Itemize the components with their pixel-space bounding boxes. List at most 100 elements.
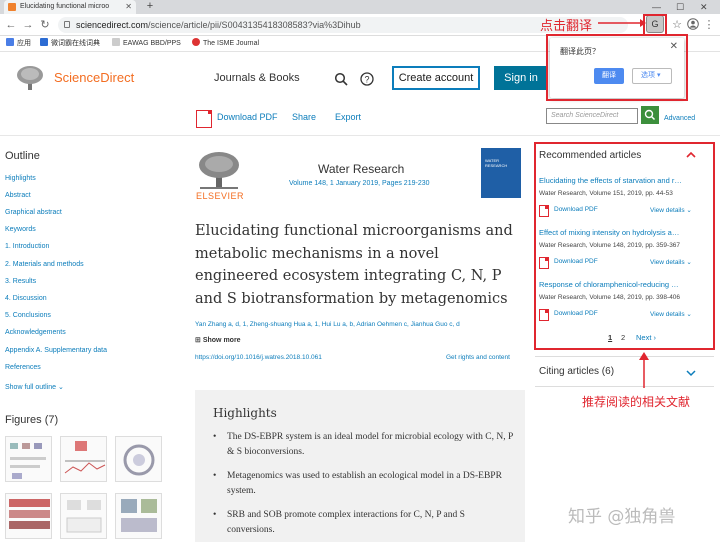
dictionary-icon [40, 38, 48, 46]
show-outline-label: Show full outline [5, 384, 56, 391]
outline-title: Outline [5, 150, 40, 162]
chevron-down-icon[interactable] [686, 368, 696, 378]
bookmark-dictionary[interactable]: 微词霸在线词典 [40, 36, 100, 52]
close-tab-icon[interactable]: ✕ [125, 0, 132, 14]
outline-item-appendix[interactable]: Appendix A. Supplementary data [5, 347, 107, 354]
bookmark-apps[interactable]: 应用 [6, 36, 31, 52]
reload-icon[interactable]: ↻ [38, 18, 52, 32]
highlights-list: The DS-EBPR system is an ideal model for… [213, 430, 513, 542]
doi-link[interactable]: https://doi.org/10.1016/j.watres.2018.10… [195, 354, 322, 361]
search-icon[interactable] [334, 72, 348, 86]
figure-preview [64, 441, 106, 474]
show-more-button[interactable]: ⊞ Show more [195, 336, 241, 344]
bookmark-label: The ISME Journal [203, 40, 260, 47]
elsevier-logo-icon [199, 152, 239, 189]
translate-popup-highlight [546, 34, 688, 101]
recommended-highlight [534, 142, 715, 350]
show-more-label: Show more [202, 337, 241, 344]
figure-thumbnail[interactable] [5, 493, 52, 539]
highlights-heading: Highlights [213, 406, 277, 420]
export-button[interactable]: Export [335, 112, 361, 122]
figures-title: Figures (7) [5, 414, 59, 426]
sciencedirect-logo[interactable]: ScienceDirect [54, 70, 134, 85]
maximize-icon[interactable]: ☐ [676, 0, 684, 14]
menu-icon[interactable]: ⋮ [702, 18, 716, 32]
browser-tab[interactable]: Elucidating functional microo ✕ [4, 0, 136, 14]
outline-item-abstract[interactable]: Abstract [5, 192, 31, 199]
figure-thumbnail[interactable] [115, 436, 162, 482]
journal-cover[interactable]: WATER RESEARCH [481, 148, 521, 198]
zhihu-watermark: 知乎 @独角兽 [568, 507, 676, 527]
help-icon[interactable]: ? [360, 72, 374, 86]
outline-item-highlights[interactable]: Highlights [5, 175, 36, 182]
figure-thumbnail[interactable] [60, 493, 107, 539]
create-account-button[interactable]: Create account [392, 66, 480, 90]
article-title: Elucidating functional microorganisms an… [195, 223, 513, 307]
chevron-down-icon: ⌄ [57, 384, 64, 391]
outline-item-references[interactable]: References [5, 364, 41, 371]
citing-articles-title[interactable]: Citing articles (6) [539, 366, 614, 377]
sign-in-button[interactable]: Sign in [494, 66, 548, 90]
outline-item-graphical-abstract[interactable]: Graphical abstract [5, 209, 62, 216]
sidebar-divider [535, 386, 714, 387]
figure-thumbnail[interactable] [60, 436, 107, 482]
annotation-arrow-icon [639, 352, 649, 388]
cover-title: WATER RESEARCH [485, 158, 508, 168]
svg-text:?: ? [364, 75, 369, 85]
figure-preview [121, 499, 157, 532]
elsevier-tree-logo-icon[interactable] [14, 64, 46, 92]
outline-item-acknowledgements[interactable]: Acknowledgements [5, 329, 66, 336]
isme-icon [192, 38, 200, 46]
highlights-section: Highlights The DS-EBPR system is an idea… [195, 390, 525, 542]
bookmark-star-icon[interactable]: ☆ [670, 18, 684, 32]
download-pdf-button[interactable]: Download PDF [217, 112, 278, 122]
translate-icon-highlight [643, 14, 667, 36]
rights-link[interactable]: Get rights and content [446, 354, 510, 361]
bookmark-label: EAWAG BBD/PPS [123, 40, 181, 47]
share-button[interactable]: Share [292, 112, 316, 122]
outline-item-conclusions[interactable]: 5. Conclusions [5, 312, 51, 319]
figure-thumbnail[interactable] [115, 493, 162, 539]
outline-item-methods[interactable]: 2. Materials and methods [5, 261, 84, 268]
search-icon [644, 109, 656, 121]
bookmark-label: 微词霸在线词典 [51, 40, 100, 47]
bookmark-isme[interactable]: The ISME Journal [192, 36, 259, 52]
outline-item-results[interactable]: 3. Results [5, 278, 36, 285]
outline-item-keywords[interactable]: Keywords [5, 226, 36, 233]
close-window-icon[interactable]: ✕ [700, 0, 708, 14]
figure-thumbnail[interactable] [5, 436, 52, 482]
journals-books-link[interactable]: Journals & Books [214, 72, 300, 84]
tab-title: Elucidating functional microo [20, 3, 110, 10]
minimize-icon[interactable]: — [652, 0, 661, 14]
journal-title[interactable]: Water Research [318, 162, 404, 176]
figure-preview [66, 500, 102, 533]
url-host: sciencedirect.com [76, 20, 149, 30]
back-icon[interactable]: ← [4, 18, 18, 32]
sd-search-button[interactable] [641, 106, 659, 124]
figure-preview [9, 499, 50, 529]
translate-hint-annotation: 点击翻译 [540, 19, 593, 34]
show-full-outline-button[interactable]: Show full outline ⌄ [5, 383, 64, 391]
bookmark-eawag[interactable]: EAWAG BBD/PPS [112, 36, 181, 52]
outline-item-discussion[interactable]: 4. Discussion [5, 295, 47, 302]
journal-volume[interactable]: Volume 148, 1 January 2019, Pages 219-23… [289, 180, 430, 187]
highlight-item: SRB and SOB promote complex interactions… [213, 508, 513, 538]
pdf-icon [196, 110, 212, 128]
author-list[interactable]: Yan Zhang a, d, 1, Zheng-shuang Hua a, 1… [195, 321, 525, 328]
advanced-search-link[interactable]: Advanced [664, 115, 695, 122]
plus-icon: ⊞ [195, 337, 201, 344]
highlight-item: The DS-EBPR system is an ideal model for… [213, 430, 513, 460]
new-tab-button[interactable]: + [142, 0, 158, 14]
highlight-item: Metagenomics was used to establish an ec… [213, 469, 513, 499]
page-icon [112, 38, 120, 46]
figure-preview [123, 444, 155, 476]
elsevier-wordmark: ELSEVIER [196, 191, 245, 201]
apps-grid-icon [6, 38, 14, 46]
outline-item-introduction[interactable]: 1. Introduction [5, 243, 49, 250]
sidebar-divider [535, 356, 714, 357]
figure-preview [10, 443, 46, 479]
forward-icon[interactable]: → [21, 18, 35, 32]
sd-search-input[interactable]: Search ScienceDirect [546, 108, 638, 124]
bookmark-label: 应用 [17, 40, 31, 47]
profile-icon[interactable] [686, 18, 700, 32]
